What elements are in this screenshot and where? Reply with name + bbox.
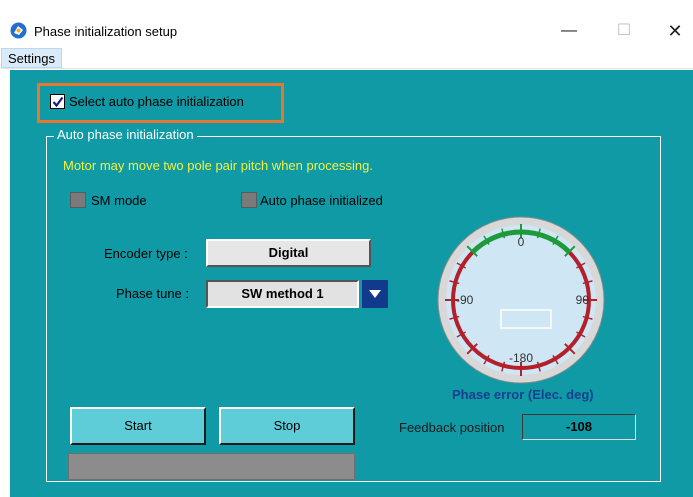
chevron-down-icon xyxy=(369,290,381,298)
auto-phase-initialized-label: Auto phase initialized xyxy=(260,193,383,208)
phase-tune-label: Phase tune : xyxy=(116,286,189,301)
menu-settings[interactable]: Settings xyxy=(1,48,62,68)
auto-phase-checkbox-label[interactable]: Select auto phase initialization xyxy=(69,94,244,109)
close-button[interactable]: ✕ xyxy=(652,17,693,45)
group-legend: Auto phase initialization xyxy=(54,127,197,142)
encoder-type-value: Digital xyxy=(206,239,371,267)
feedback-position-value: -108 xyxy=(522,414,636,440)
auto-phase-checkbox[interactable] xyxy=(50,94,65,109)
phase-tune-select[interactable]: SW method 1 xyxy=(206,280,359,308)
gauge-label-bottom: -180 xyxy=(509,351,533,365)
gauge-label-right: 90 xyxy=(576,293,590,307)
stop-button[interactable]: Stop xyxy=(219,407,355,445)
encoder-type-label: Encoder type : xyxy=(104,246,188,261)
warning-text: Motor may move two pole pair pitch when … xyxy=(63,158,373,173)
phase-error-gauge: 0 -90 90 -180 xyxy=(437,216,605,384)
app-logo-icon xyxy=(10,22,27,39)
gauge-caption: Phase error (Elec. deg) xyxy=(452,387,594,402)
auto-phase-initialized-indicator xyxy=(241,192,257,208)
sm-mode-label: SM mode xyxy=(91,193,147,208)
title-bar: Phase initialization setup — ☐ ✕ xyxy=(0,0,693,46)
checkmark-icon xyxy=(52,96,64,108)
progress-bar xyxy=(68,453,355,480)
sm-mode-indicator xyxy=(70,192,86,208)
feedback-position-label: Feedback position xyxy=(399,420,505,435)
phase-tune-dropdown-button[interactable] xyxy=(362,280,388,308)
window-title: Phase initialization setup xyxy=(34,24,178,39)
menu-bar: Settings xyxy=(0,47,693,69)
gauge-readout-box xyxy=(500,309,552,329)
gauge-label-top: 0 xyxy=(518,235,525,249)
start-button[interactable]: Start xyxy=(70,407,206,445)
minimize-button[interactable]: — xyxy=(546,17,592,45)
maximize-button[interactable]: ☐ xyxy=(601,17,647,45)
gauge-label-left: -90 xyxy=(456,293,474,307)
